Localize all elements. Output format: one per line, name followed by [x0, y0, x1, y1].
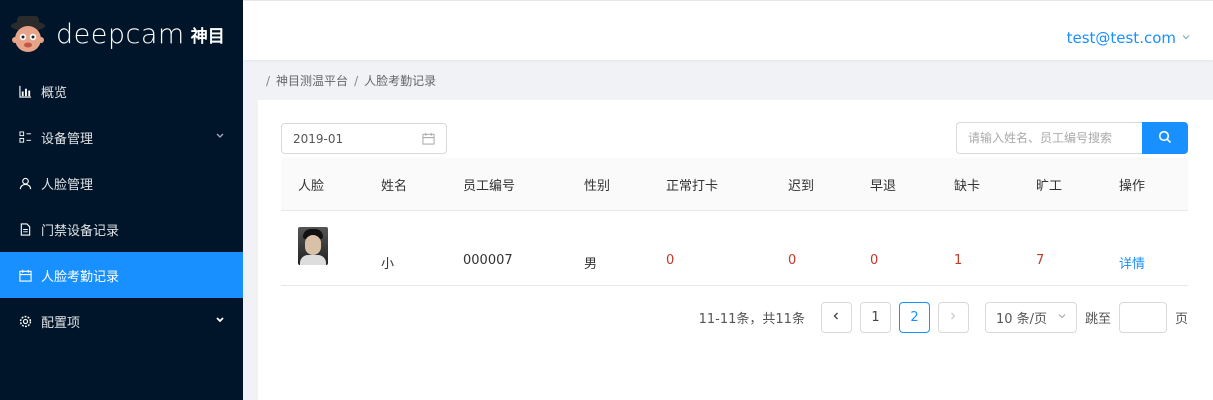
cell-normal: 0	[666, 253, 675, 268]
content-card: 2019-01 人脸 姓名 员工编号 性别 正常打卡 迟到 早退 缺卡 旷工 操…	[258, 100, 1213, 400]
chevron-down-icon	[215, 130, 225, 145]
sidebar-item-label: 配置项	[41, 315, 81, 331]
search-icon	[1158, 130, 1172, 147]
column-header-early-leave: 早退	[870, 178, 897, 194]
search-button[interactable]	[1142, 122, 1188, 154]
column-header-employee-id: 员工编号	[463, 178, 516, 194]
sidebar-item-access-records[interactable]: 门禁设备记录	[0, 206, 243, 252]
prev-page-button[interactable]	[820, 302, 852, 333]
page-button-current[interactable]: 2	[898, 302, 930, 333]
sidebar-item-label: 设备管理	[41, 131, 94, 147]
sidebar-item-config[interactable]: 配置项	[0, 298, 243, 344]
table-row: 小 000007 男 0 0 0 1 7 详情	[281, 211, 1188, 286]
search-bar	[956, 122, 1188, 154]
sidebar-item-label: 门禁设备记录	[41, 223, 120, 239]
sidebar-item-face-attendance[interactable]: 人脸考勤记录	[0, 252, 243, 298]
chevron-down-icon	[1181, 32, 1191, 45]
breadcrumb: / 神目测温平台 / 人脸考勤记录	[266, 72, 436, 89]
logo: deepcam 神目	[0, 0, 243, 68]
calendar-icon	[18, 268, 32, 282]
column-header-normal: 正常打卡	[666, 178, 719, 194]
page-size-select[interactable]: 10 条/页	[984, 302, 1077, 333]
jump-suffix: 页	[1174, 312, 1188, 327]
jump-page-input[interactable]	[1118, 302, 1167, 333]
cell-employee-id: 000007	[463, 253, 513, 268]
column-header-face: 人脸	[298, 178, 325, 194]
brand-mascot-icon	[11, 16, 45, 52]
chevron-right-icon	[948, 310, 958, 325]
cell-missing: 1	[954, 253, 963, 268]
sidebar-item-label: 概览	[41, 85, 68, 101]
gear-icon	[18, 314, 32, 328]
pagination: 11-11条，共11条 1 2 10 条/页 跳至 页	[699, 302, 1188, 333]
sidebar-item-devices[interactable]: 设备管理	[0, 114, 243, 160]
breadcrumb-separator: /	[266, 73, 271, 88]
jump-label: 跳至	[1084, 312, 1111, 327]
pagination-total: 11-11条，共11条	[698, 312, 805, 327]
column-header-absent: 旷工	[1036, 178, 1063, 194]
sidebar-item-label: 人脸考勤记录	[41, 269, 120, 285]
device-icon	[18, 130, 32, 144]
user-menu[interactable]: test@test.com	[1067, 29, 1191, 47]
page-size-value: 10 条/页	[995, 312, 1048, 327]
table-header: 人脸 姓名 员工编号 性别 正常打卡 迟到 早退 缺卡 旷工 操作	[281, 158, 1188, 211]
search-input[interactable]	[956, 122, 1142, 154]
brand-name: deepcam	[56, 18, 185, 50]
breadcrumb-separator: /	[354, 73, 359, 88]
sidebar-item-faces[interactable]: 人脸管理	[0, 160, 243, 206]
details-link[interactable]: 详情	[1119, 253, 1145, 272]
top-header: test@test.com	[243, 0, 1213, 60]
sidebar-menu: 概览 设备管理 人脸管理 门禁设备记录 人脸考勤记录 配置项	[0, 68, 243, 344]
sidebar-item-label: 人脸管理	[41, 177, 94, 193]
brand-cn-name: 神目	[190, 26, 225, 47]
sidebar: deepcam 神目 概览 设备管理 人脸管理 门禁设备记录 人脸考勤记录 配置…	[0, 0, 243, 400]
column-header-action: 操作	[1119, 178, 1146, 194]
breadcrumb-item-current: 人脸考勤记录	[364, 74, 437, 88]
chevron-down-icon	[1057, 311, 1067, 324]
next-page-button[interactable]	[937, 302, 969, 333]
user-email: test@test.com	[1066, 29, 1176, 47]
column-header-missing: 缺卡	[954, 178, 981, 194]
breadcrumb-item-platform[interactable]: 神目测温平台	[276, 72, 348, 89]
cell-name: 小	[381, 257, 395, 272]
cell-gender: 男	[584, 257, 598, 272]
column-header-name: 姓名	[381, 178, 408, 194]
chevron-down-icon	[215, 314, 225, 329]
month-picker[interactable]: 2019-01	[281, 123, 447, 154]
chart-icon	[18, 84, 32, 98]
cell-absent: 7	[1036, 253, 1045, 268]
sidebar-item-overview[interactable]: 概览	[0, 68, 243, 114]
month-picker-value: 2019-01	[293, 131, 344, 146]
column-header-late: 迟到	[788, 178, 815, 194]
attendance-table: 人脸 姓名 员工编号 性别 正常打卡 迟到 早退 缺卡 旷工 操作 小 0000…	[281, 158, 1188, 286]
calendar-icon	[422, 132, 435, 148]
chevron-left-icon	[831, 310, 841, 325]
cell-late: 0	[788, 253, 797, 268]
page-button[interactable]: 1	[859, 302, 891, 333]
face-thumbnail	[298, 227, 328, 265]
cell-early-leave: 0	[870, 253, 879, 268]
file-icon	[18, 222, 32, 236]
column-header-gender: 性别	[584, 178, 611, 194]
user-icon	[18, 176, 32, 190]
